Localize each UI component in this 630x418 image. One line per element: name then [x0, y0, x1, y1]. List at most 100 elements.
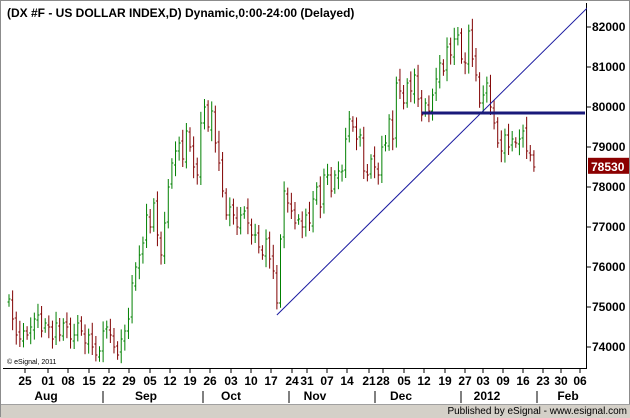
price-bar: [148, 209, 152, 234]
price-bar: [235, 206, 239, 235]
price-bar: [365, 164, 369, 182]
price-bar: [532, 150, 536, 172]
price-bar: [402, 85, 406, 110]
date-tick-label: 08: [61, 374, 75, 388]
price-axis-ticks: 74000 75000 76000 77000 78000 79000 80000 81000…: [587, 20, 629, 354]
price-bar: [50, 320, 54, 349]
price-bar: [344, 127, 348, 178]
price-bar: [25, 326, 29, 340]
price-bar: [119, 329, 123, 364]
price-bar: [300, 211, 304, 239]
support-trendline[interactable]: [276, 7, 587, 316]
price-tick-label: 74000: [592, 340, 626, 354]
price-bar: [170, 158, 174, 189]
price-bar: [21, 323, 25, 348]
price-bar: [286, 187, 290, 213]
price-bar: [398, 68, 402, 99]
price-bar: [166, 179, 170, 229]
price-bar: [315, 182, 319, 205]
date-tick-label: 05: [143, 374, 157, 388]
price-bar: [206, 100, 210, 132]
price-bar: [76, 315, 80, 342]
price-bar: [293, 202, 297, 230]
price-bar: [242, 206, 246, 219]
price-bar: [304, 208, 308, 237]
price-bar: [163, 211, 167, 264]
price-bar: [507, 123, 511, 155]
price-bar: [460, 28, 463, 64]
price-bar: [445, 37, 449, 82]
price-bar: [318, 176, 322, 219]
price-bar: [329, 167, 333, 198]
date-tick-label: 10: [244, 374, 258, 388]
price-bar: [213, 105, 217, 153]
date-tick-label: 12: [417, 374, 431, 388]
price-bar: [307, 201, 311, 231]
price-bar: [188, 127, 192, 152]
price-bar: [369, 154, 373, 179]
date-tick-label: 03: [224, 374, 238, 388]
date-tick-label: 14: [340, 374, 354, 388]
price-bar: [32, 312, 36, 340]
price-bar: [87, 328, 91, 354]
chart-title: (DX #F - US DOLLAR INDEX,D) Dynamic,0:00…: [7, 6, 355, 20]
price-bar: [260, 245, 264, 260]
price-bar: [29, 317, 33, 345]
price-axis[interactable]: 74000 75000 76000 77000 78000 79000 80000 81000…: [587, 3, 629, 369]
price-bar: [199, 111, 203, 185]
month-label: 2012: [474, 389, 501, 403]
month-label: Oct: [221, 389, 241, 403]
price-bar: [420, 90, 424, 122]
date-axis[interactable]: 25 01 08 15 22 29 05 12 19 26 03 10 17 24 31 07 14 21 28 05…: [3, 369, 587, 405]
price-bar: [105, 320, 109, 339]
price-bar: [336, 161, 340, 190]
price-bar: [289, 192, 293, 219]
price-bar: [137, 245, 141, 280]
price-bar: [416, 64, 420, 107]
price-bar: [275, 265, 279, 310]
price-bar: [155, 191, 159, 247]
date-tick-label: 26: [203, 374, 217, 388]
date-tick-label: 31: [300, 374, 314, 388]
month-label: Feb: [557, 389, 578, 403]
price-bar: [228, 197, 232, 227]
price-bar: [380, 135, 384, 183]
date-tick-label: 07: [320, 374, 334, 388]
plot-area[interactable]: (DX #F - US DOLLAR INDEX,D) Dynamic,0:00…: [3, 3, 587, 369]
price-bar: [65, 312, 69, 339]
date-tick-label: 22: [102, 374, 116, 388]
price-bar: [362, 126, 366, 179]
price-bar: [434, 67, 438, 101]
price-bar: [268, 231, 272, 269]
price-bar: [514, 137, 518, 148]
date-tick-label: 28: [376, 374, 390, 388]
price-bar: [412, 68, 416, 104]
price-bar: [449, 37, 453, 65]
price-bar: [177, 136, 181, 161]
date-tick-label: 19: [183, 374, 197, 388]
price-bar: [347, 111, 351, 143]
price-bar: [174, 141, 178, 177]
price-bar: [116, 341, 120, 360]
price-bar: [528, 145, 532, 162]
date-tick-label: 15: [82, 374, 96, 388]
price-bar: [503, 128, 507, 163]
price-bar: [474, 48, 478, 82]
price-bars: [7, 7, 587, 364]
price-bar: [123, 324, 127, 351]
date-tick-label: 19: [438, 374, 452, 388]
price-bar: [282, 181, 286, 249]
price-bar: [98, 346, 101, 362]
date-tick-label: 05: [397, 374, 411, 388]
price-bar: [510, 131, 514, 152]
price-tick-label: 82000: [592, 20, 626, 34]
month-label: Nov: [304, 389, 327, 403]
price-bar: [452, 27, 456, 65]
price-bar: [152, 198, 156, 232]
price-bar: [387, 114, 391, 151]
price-tick-label: 76000: [592, 260, 626, 274]
price-bar: [221, 152, 225, 198]
price-bar: [145, 203, 149, 248]
price-bar: [18, 320, 22, 347]
date-tick-label: 27: [458, 374, 472, 388]
